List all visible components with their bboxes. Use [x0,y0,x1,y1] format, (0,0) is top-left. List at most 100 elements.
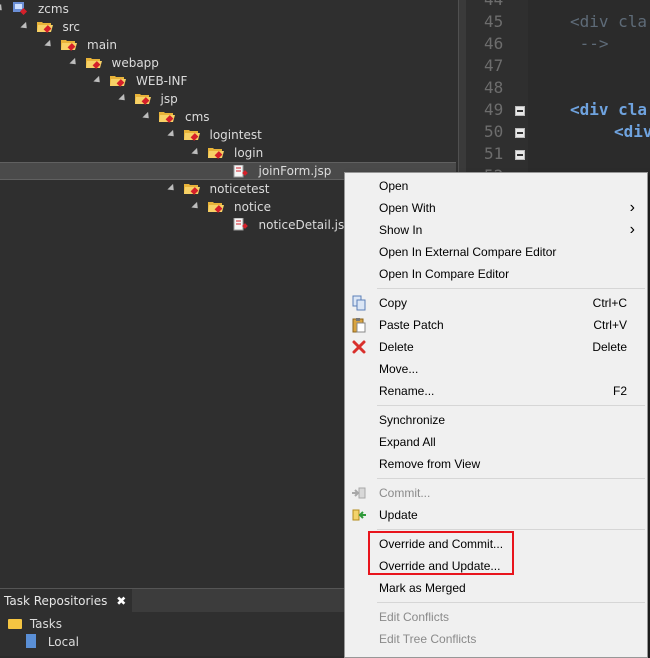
folder-icon [134,92,151,105]
expand-arrow-icon[interactable] [191,147,201,158]
delete-icon [351,339,367,355]
code-line: <div cla [570,100,648,119]
tree-item-folder[interactable]: zcms [0,0,458,18]
menu-item-paste-patch[interactable]: Paste Patch Ctrl+V [345,314,647,336]
menu-item-label: Edit Tree Conflicts [379,632,477,646]
menu-item-copy[interactable]: Copy Ctrl+C [345,292,647,314]
menu-item-show-in[interactable]: Show In › [345,219,647,241]
repository-icon [26,634,36,648]
line-number: 50 [484,122,504,141]
menu-item-remove-from-view[interactable]: Remove from View [345,453,647,475]
jsp-file-icon [233,217,249,231]
menu-item-label: Remove from View [379,457,481,471]
code-line: <div cla [570,12,648,31]
line-number: 45 [484,12,504,31]
tree-item-label: jsp [160,92,178,106]
tree-item-label: src [62,20,81,34]
expand-arrow-icon[interactable] [142,111,152,122]
menu-item-label: Open [379,179,409,193]
copy-icon [351,295,367,311]
context-menu: Open Open With › Show In › Open In External C… [344,172,648,658]
tree-item-label: noticeDetail.jsp [258,218,352,232]
tree-item-folder[interactable]: logintest [0,126,458,144]
menu-separator [377,529,645,530]
tree-item-label: cms [185,110,210,124]
menu-item-synchronize[interactable]: Synchronize [345,409,647,431]
line-number: 47 [484,56,504,75]
tree-item-folder[interactable]: src [0,18,458,36]
tree-item-folder[interactable]: webapp [0,54,458,72]
folder-icon [208,200,224,213]
menu-separator [377,602,645,603]
tree-item-label: Local [47,635,79,649]
tree-item-folder[interactable]: jsp [0,90,458,108]
code-line: --> [570,34,609,53]
expand-arrow-icon[interactable] [68,57,79,68]
paste-icon [351,317,367,333]
menu-item-open-with[interactable]: Open With › [345,197,647,219]
tree-item-folder[interactable]: login [0,144,458,162]
tree-item-folder[interactable]: cms [0,108,458,126]
commit-icon [351,485,367,501]
menu-item-commit: Commit... [345,482,647,504]
line-number: 48 [484,78,504,97]
tab-label: Task Repositories [4,594,108,608]
menu-separator [377,405,645,406]
jsp-file-icon [233,164,249,178]
project-icon [12,2,28,16]
tree-item-label: login [234,146,264,160]
menu-item-label: Open With [379,201,436,215]
folder-icon [8,619,22,629]
menu-item-label: Delete [379,340,414,354]
menu-item-mark-as-merged[interactable]: Mark as Merged [345,577,647,599]
tree-item-label: webapp [111,56,159,70]
tree-item-label: zcms [38,2,69,16]
menu-item-open-in-compare-editor[interactable]: Open In Compare Editor [345,263,647,285]
expand-arrow-icon[interactable] [93,75,103,86]
menu-separator [377,288,645,289]
menu-separator [377,478,645,479]
tree-item-label: joinForm.jsp [258,164,332,178]
menu-item-update[interactable]: Update [345,504,647,526]
line-number: 46 [484,34,504,53]
tree-item-local[interactable]: Local [26,633,79,651]
expand-arrow-icon[interactable] [44,39,54,50]
menu-item-open[interactable]: Open [345,175,647,197]
menu-item-open-in-external-compare-editor[interactable]: Open In External Compare Editor [345,241,647,263]
tree-item-label: WEB-INF [136,74,188,88]
menu-item-expand-all[interactable]: Expand All [345,431,647,453]
fold-toggle-icon[interactable] [515,128,525,138]
task-repositories-tab[interactable]: Task Repositories ✖ [0,589,133,613]
menu-item-delete[interactable]: Delete Delete [345,336,647,358]
expand-arrow-icon[interactable] [191,201,201,212]
line-number: 49 [484,100,504,119]
task-repositories-view: Tasks Local [0,612,344,656]
menu-item-label: Rename... [379,384,435,398]
fold-toggle-icon[interactable] [515,150,525,160]
tree-item-tasks[interactable]: Tasks [8,615,62,633]
update-icon [351,507,367,523]
line-number: 44 [484,0,503,9]
folder-icon [61,38,77,51]
tree-item-label: notice [234,200,271,214]
menu-item-shortcut: F2 [612,384,627,398]
expand-arrow-icon[interactable] [19,21,30,32]
line-number: 51 [484,144,504,163]
tree-item-folder[interactable]: WEB-INF [0,72,458,90]
fold-toggle-icon[interactable] [515,106,525,116]
close-icon[interactable]: ✖ [116,594,126,608]
tree-item-label: logintest [209,128,262,142]
expand-arrow-icon[interactable] [166,129,177,140]
expand-arrow-icon[interactable] [117,93,128,104]
menu-item-move[interactable]: Move... [345,358,647,380]
menu-item-label: Synchronize [379,413,446,427]
menu-item-edit-tree-conflicts: Edit Tree Conflicts [345,628,647,650]
expand-arrow-icon[interactable] [0,3,5,14]
expand-arrow-icon[interactable] [166,183,177,194]
tree-item-folder[interactable]: main [0,36,458,54]
menu-item-label: Copy [379,296,408,310]
folder-icon [159,110,175,123]
menu-item-rename[interactable]: Rename... F2 [345,380,647,402]
menu-item-label: Open In External Compare Editor [379,245,557,259]
folder-icon [36,20,53,33]
